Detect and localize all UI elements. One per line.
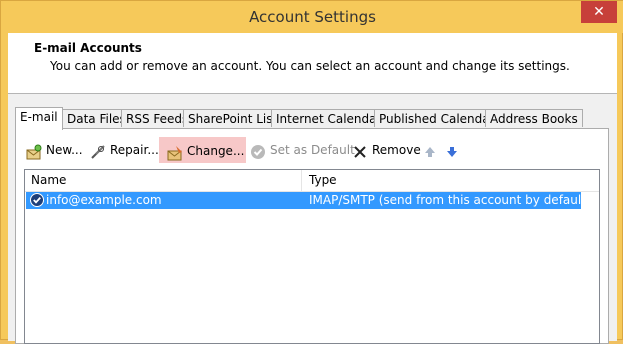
title-bar[interactable]: Account Settings ✕ [1,1,623,33]
remove-button[interactable]: Remove [352,137,421,163]
account-name: info@example.com [46,193,162,207]
close-icon: ✕ [593,4,605,20]
tab-strip: E-mail Data Files RSS Feeds SharePoint L… [15,107,615,130]
change-button[interactable]: Change... [159,137,246,163]
new-account-label: New... [46,143,83,157]
arrow-up-icon [422,143,438,159]
accounts-toolbar: New... Repair... Change... Set as Defaul… [16,137,608,165]
tab-address-books[interactable]: Address Books [485,109,583,127]
window-title: Account Settings [249,8,376,26]
dialog-body: E-mail Data Files RSS Feeds SharePoint L… [8,94,617,344]
tab-email[interactable]: E-mail [15,107,63,130]
new-account-button[interactable]: New... [26,137,83,163]
change-account-icon [167,144,183,160]
column-header-type[interactable]: Type [309,170,337,191]
email-tab-panel: New... Repair... Change... Set as Defaul… [15,128,609,344]
close-button[interactable]: ✕ [581,1,617,23]
set-as-default-label: Set as Default [270,143,355,157]
move-down-button[interactable] [444,137,464,163]
change-label: Change... [187,144,245,158]
check-circle-icon [250,143,266,159]
new-account-icon [26,143,42,159]
default-account-icon [30,193,44,210]
account-settings-window: Account Settings ✕ E-mail Accounts You c… [0,0,623,344]
dialog-client-area: E-mail Accounts You can add or remove an… [8,33,617,344]
tools-icon [90,143,106,159]
repair-button[interactable]: Repair... [90,137,159,163]
account-type: IMAP/SMTP (send from this account by def… [309,193,591,207]
dialog-header: E-mail Accounts You can add or remove an… [8,33,617,91]
set-as-default-button[interactable]: Set as Default [250,137,355,163]
section-description: You can add or remove an account. You ca… [50,59,570,73]
repair-label: Repair... [110,143,159,157]
section-title: E-mail Accounts [34,41,142,55]
arrow-down-icon [444,143,460,159]
column-header-name[interactable]: Name [31,170,66,191]
move-up-button[interactable] [422,137,442,163]
table-row[interactable]: info@example.com IMAP/SMTP (send from th… [26,192,591,210]
remove-label: Remove [372,143,421,157]
column-divider[interactable] [301,170,302,191]
accounts-list-header: Name Type [25,170,599,192]
accounts-list[interactable]: Name Type info@example.com IMAP/SMTP (se… [24,169,600,344]
remove-x-icon [352,143,368,159]
